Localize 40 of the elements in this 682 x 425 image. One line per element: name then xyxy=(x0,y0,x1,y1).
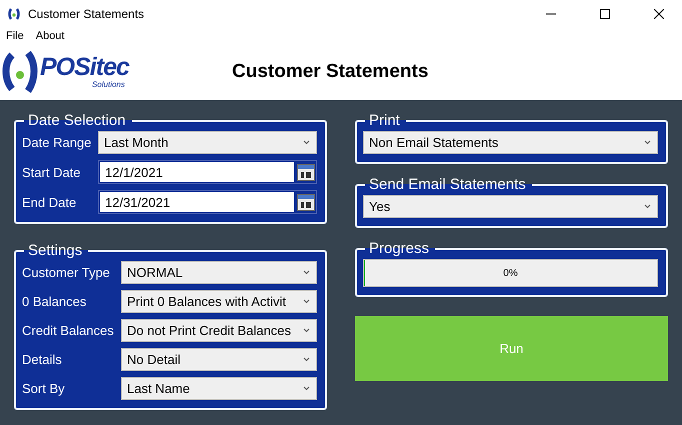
dropdown[interactable]: No Detail xyxy=(121,348,317,371)
app-icon xyxy=(8,7,20,21)
chevron-down-icon xyxy=(303,328,310,333)
chevron-down-icon xyxy=(303,140,310,145)
field-label: Sort By xyxy=(22,381,66,396)
progress-reading: 0% xyxy=(503,268,518,278)
chevron-down-icon xyxy=(303,386,310,391)
dropdown[interactable]: Yes xyxy=(363,195,658,218)
maximize-icon xyxy=(600,9,610,19)
logo-icon xyxy=(2,48,38,94)
field-label: Date Range xyxy=(22,135,92,150)
group-title: Print xyxy=(368,112,401,129)
logo-tagline: Solutions xyxy=(92,80,125,89)
field-label: End Date xyxy=(22,194,78,210)
menu-item[interactable]: File xyxy=(6,30,24,42)
group-title: Date Selection xyxy=(27,112,127,129)
group-title: Send Email Statements xyxy=(368,176,527,193)
field-label: Details xyxy=(22,352,63,367)
chevron-down-icon xyxy=(303,270,310,275)
chevron-down-icon xyxy=(644,140,651,145)
dropdown[interactable]: Do not Print Credit Balances xyxy=(121,319,317,342)
dropdown[interactable]: Last Month xyxy=(98,131,317,154)
group-title: Settings xyxy=(27,242,84,259)
window-title: Customer Statements xyxy=(28,7,146,21)
logo-brand: POSitec xyxy=(40,54,129,80)
field-label: 0 Balances xyxy=(22,294,88,309)
close-icon xyxy=(654,9,664,19)
dropdown[interactable]: Last Name xyxy=(121,377,317,400)
dropdown[interactable]: NORMAL xyxy=(121,261,317,284)
field-label: Customer Type xyxy=(22,265,111,280)
page-title: Customer Statements xyxy=(232,60,428,82)
group-title: Progress xyxy=(368,240,430,257)
chevron-down-icon xyxy=(303,357,310,362)
dropdown[interactable]: Non Email Statements xyxy=(363,131,658,154)
chevron-down-icon xyxy=(644,204,651,209)
field-label: Start Date xyxy=(22,164,82,180)
menu-item[interactable]: About xyxy=(36,30,64,42)
field-label: Credit Balances xyxy=(22,323,115,338)
dropdown[interactable]: Print 0 Balances with Activit xyxy=(121,290,317,313)
chevron-down-icon xyxy=(303,299,310,304)
